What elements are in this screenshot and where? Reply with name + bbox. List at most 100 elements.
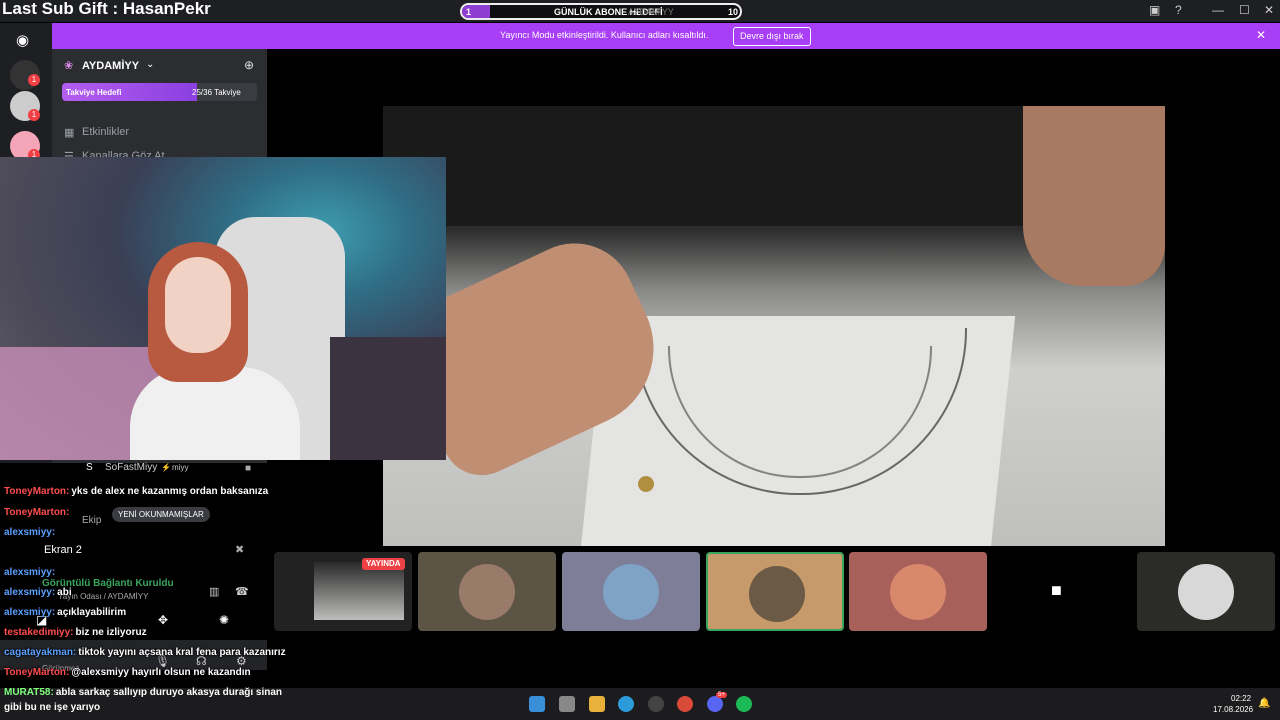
discord-taskbar-icon[interactable] (707, 696, 723, 712)
close-icon[interactable]: ✕ (1256, 28, 1266, 42)
calendar-icon: ▦ (64, 127, 75, 139)
lightning-icon: ⚡ (161, 463, 171, 472)
participant-tile[interactable] (849, 552, 987, 631)
notification-badge: 1 (28, 74, 40, 86)
chat-username: testakedimiyy: (4, 627, 74, 638)
chat-username: MURAT58: (4, 687, 54, 698)
screen-share-label: Ekran 2 (44, 544, 82, 556)
participant-tile[interactable] (562, 552, 700, 631)
spotify-icon[interactable] (736, 696, 752, 712)
participant-tile[interactable] (418, 552, 556, 631)
screen-share-tile[interactable]: YAYINDA (274, 552, 412, 631)
avatar (1178, 564, 1234, 620)
chat-text: @alexsmiyy hayırlı olsun ne kazandın (71, 667, 251, 678)
voice-user[interactable]: SoFastMiyy (105, 462, 157, 473)
signal-icon[interactable]: ▥ (209, 585, 219, 598)
chat-text: açıklayabilirim (57, 607, 127, 618)
subscriber-goal-bar: 1 GÜNLÜK ABONE HEDEFİ AYDAMİYY 10 (460, 3, 742, 20)
chat-username: cagatayakman: (4, 647, 77, 658)
chat-text: abi (57, 587, 72, 598)
live-badge: YAYINDA (362, 558, 405, 570)
inbox-icon[interactable]: ▣ (1149, 3, 1160, 17)
video-camera-icon: ■ (1051, 580, 1062, 600)
shelf (330, 337, 446, 460)
chat-message: gibi bu ne işe yarıyo (4, 702, 100, 713)
discord-logo-icon[interactable]: ◉ (16, 31, 29, 49)
chat-username: alexsmiyy: (4, 527, 56, 538)
thumbnail-preview (314, 562, 404, 620)
disconnect-icon[interactable]: ☎ (235, 585, 249, 598)
soundboard-icon[interactable]: ✺ (219, 613, 229, 627)
chat-message: ToneyMarton: @alexsmiyy hayırlı olsun ne … (4, 667, 251, 678)
main-video-stream[interactable] (383, 106, 1165, 546)
chat-username: ToneyMarton: (4, 507, 70, 518)
notification-icon[interactable]: 🔔 (1258, 698, 1270, 709)
goal-watermark: AYDAMİYY (628, 7, 674, 17)
chat-message: cagatayakman: tiktok yayını açsana kral f… (4, 647, 286, 658)
windows-start-icon[interactable] (529, 696, 545, 712)
chat-text: yks de alex ne kazanmış ordan baksanıza (71, 486, 269, 497)
arm-shape (1023, 106, 1165, 286)
chat-username: alexsmiyy: (4, 607, 56, 618)
chat-message: MURAT58: abla sarkaç sallıyıp duruyo akas… (4, 687, 282, 698)
discord-badge: 5+ (716, 692, 727, 698)
clock-time[interactable]: 02:22 (1231, 694, 1251, 703)
new-unread-pill[interactable]: YENİ OKUNMAMIŞLAR (112, 507, 210, 522)
chat-message: alexsmiyy: (4, 567, 57, 578)
avatar (603, 564, 659, 620)
activity-icon[interactable]: ✥ (158, 613, 168, 627)
streamer-face (165, 257, 231, 353)
obs-icon[interactable] (648, 696, 664, 712)
chat-message: alexsmiyy: abi (4, 587, 72, 598)
file-explorer-icon[interactable] (589, 696, 605, 712)
clock-date[interactable]: 17.08.2026 (1213, 705, 1253, 714)
chat-text: tiktok yayını açsana kral fena para kaza… (78, 647, 286, 658)
last-sub-gift-text: Last Sub Gift : HasanPekr (2, 0, 211, 18)
close-screen-icon[interactable]: ✖ (235, 543, 244, 556)
chat-message: ToneyMarton: yks de alex ne kazanmış orda… (4, 486, 268, 497)
chat-message: alexsmiyy: (4, 527, 57, 538)
streamer-mode-banner: Yayıncı Modu etkinleştirildi. Kullanıcı … (52, 23, 1280, 49)
participant-tile[interactable] (1137, 552, 1275, 631)
server-badge-icon: ❀ (64, 60, 74, 72)
server-name[interactable]: AYDAMİYY (82, 60, 139, 72)
chat-username: ToneyMarton: (4, 667, 70, 678)
pendulum (638, 476, 654, 492)
boost-label: Takviye Hedefi (66, 88, 122, 97)
chat-username: alexsmiyy: (4, 567, 56, 578)
channel-events[interactable]: Etkinlikler (82, 126, 129, 138)
webcam-overlay (0, 157, 446, 460)
chat-message: ToneyMarton: (4, 507, 71, 518)
maximize-icon[interactable]: ☐ (1239, 3, 1250, 17)
chat-text: gibi bu ne işe yarıyo (4, 702, 101, 713)
chevron-down-icon[interactable]: ⌄ (146, 59, 154, 70)
chat-message: alexsmiyy: açıklayabilirim (4, 607, 126, 618)
avatar (459, 564, 515, 620)
window-close-icon[interactable]: ✕ (1264, 3, 1274, 17)
notification-badge: 1 (28, 109, 40, 121)
goal-current: 1 (466, 7, 472, 17)
add-member-icon[interactable]: ⊕ (244, 58, 254, 72)
chat-username: ToneyMarton: (4, 486, 70, 497)
task-view-icon[interactable] (559, 696, 575, 712)
boost-count: 25/36 Takviye (192, 88, 241, 97)
participant-tile-speaking[interactable] (706, 552, 844, 631)
chat-username: alexsmiyy: (4, 587, 56, 598)
disable-button[interactable]: Devre dışı bırak (733, 27, 811, 46)
banner-text: Yayıncı Modu etkinleştirildi. Kullanıcı … (500, 30, 709, 40)
avatar (890, 564, 946, 620)
help-icon[interactable]: ? (1175, 3, 1182, 17)
stream-icon: S (86, 462, 93, 473)
chrome-icon[interactable] (677, 696, 693, 712)
chat-text: biz ne izliyoruz (75, 627, 147, 638)
channel-team[interactable]: Ekip (82, 515, 101, 526)
chat-text: abla sarkaç sallıyıp duruyo akasya durağ… (55, 687, 283, 698)
chat-message: testakedimiyy: biz ne izliyoruz (4, 627, 147, 638)
goal-target: 10 (728, 7, 739, 17)
edge-browser-icon[interactable] (618, 696, 634, 712)
minimize-icon[interactable]: — (1212, 3, 1224, 17)
voice-user-tag: miyy (172, 463, 189, 472)
boost-goal-bar[interactable]: Takviye Hedefi 25/36 Takviye (62, 83, 257, 101)
participant-tile[interactable]: ■ (993, 552, 1131, 631)
avatar (749, 566, 805, 622)
